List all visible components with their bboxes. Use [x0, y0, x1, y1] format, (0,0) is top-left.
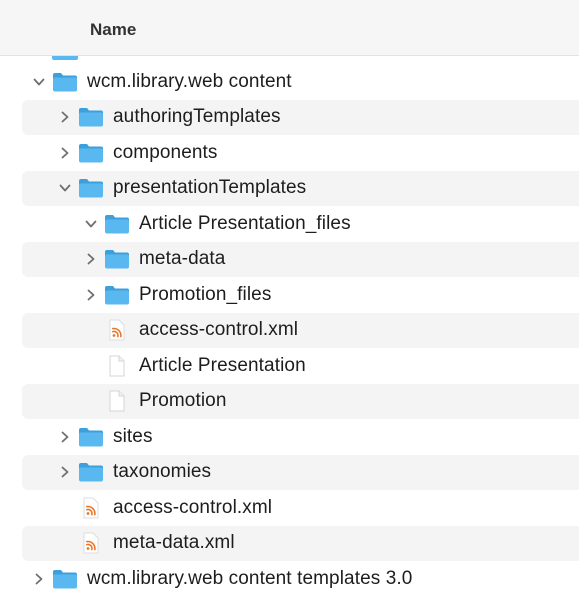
list-item[interactable]: wcm.library.web content	[22, 64, 579, 99]
item-label: components	[113, 141, 218, 163]
item-label: wcm.library.web content	[87, 70, 292, 92]
item-label: access-control.xml	[113, 496, 273, 518]
list-item[interactable]: presentationTemplates	[22, 170, 579, 206]
list-item[interactable]: Article Presentation_files	[22, 206, 579, 241]
folder-icon	[104, 248, 130, 270]
rss-xml-file-icon	[78, 532, 104, 554]
folder-icon	[104, 213, 130, 235]
name-column-header[interactable]: Name	[90, 20, 136, 40]
chevron-right-icon[interactable]	[56, 144, 74, 162]
item-label: presentationTemplates	[113, 177, 307, 198]
chevron-right-icon[interactable]	[56, 463, 74, 481]
blank-document-icon	[104, 355, 130, 377]
blank-document-icon	[104, 390, 130, 412]
folder-icon	[104, 284, 130, 306]
list-item[interactable]: sites	[22, 419, 579, 454]
folder-icon	[78, 106, 104, 128]
folder-icon	[78, 142, 104, 164]
rss-xml-file-icon	[78, 497, 104, 519]
list-item[interactable]: meta-data.xml	[22, 525, 579, 561]
item-label: Promotion_files	[139, 283, 272, 305]
list-item[interactable]: wcm.library.web content templates 3.0	[22, 561, 579, 589]
folder-icon	[78, 177, 104, 199]
chevron-right-icon[interactable]	[30, 570, 48, 588]
folder-icon	[52, 71, 78, 93]
chevron-right-icon[interactable]	[82, 250, 100, 268]
list-item[interactable]: Promotion	[22, 383, 579, 419]
list-item[interactable]: Article Presentation	[22, 348, 579, 383]
chevron-down-icon[interactable]	[82, 215, 100, 233]
item-label: taxonomies	[113, 461, 212, 482]
list-item[interactable]: Promotion_files	[22, 277, 579, 312]
chevron-right-icon[interactable]	[56, 428, 74, 446]
list-item[interactable]: access-control.xml	[22, 312, 579, 348]
item-label: meta-data.xml	[113, 532, 235, 553]
list-item[interactable]: components	[22, 135, 579, 170]
chevron-right-icon[interactable]	[56, 108, 74, 126]
item-label: wcm.library.web content templates 3.0	[87, 567, 413, 589]
chevron-down-icon[interactable]	[56, 179, 74, 197]
column-header[interactable]: Name	[0, 0, 579, 56]
folder-icon	[78, 426, 104, 448]
item-label: Article Presentation	[139, 354, 306, 376]
list-item[interactable]: meta-data	[22, 241, 579, 277]
item-label: access-control.xml	[139, 319, 299, 340]
chevron-down-icon[interactable]	[30, 73, 48, 91]
list-item[interactable]: access-control.xml	[22, 490, 579, 525]
item-label: Promotion	[139, 390, 227, 411]
finder-list-view: Name wcm.library.web content authoringTem…	[0, 0, 579, 589]
chevron-right-icon[interactable]	[82, 286, 100, 304]
rss-xml-file-icon	[104, 319, 130, 341]
folder-icon	[78, 461, 104, 483]
item-label: meta-data	[139, 248, 226, 269]
item-label: sites	[113, 425, 153, 447]
folder-icon	[52, 568, 78, 589]
list-item[interactable]: authoringTemplates	[22, 99, 579, 135]
item-label: authoringTemplates	[113, 106, 281, 127]
item-label: Article Presentation_files	[139, 212, 351, 234]
list-item[interactable]: taxonomies	[22, 454, 579, 490]
